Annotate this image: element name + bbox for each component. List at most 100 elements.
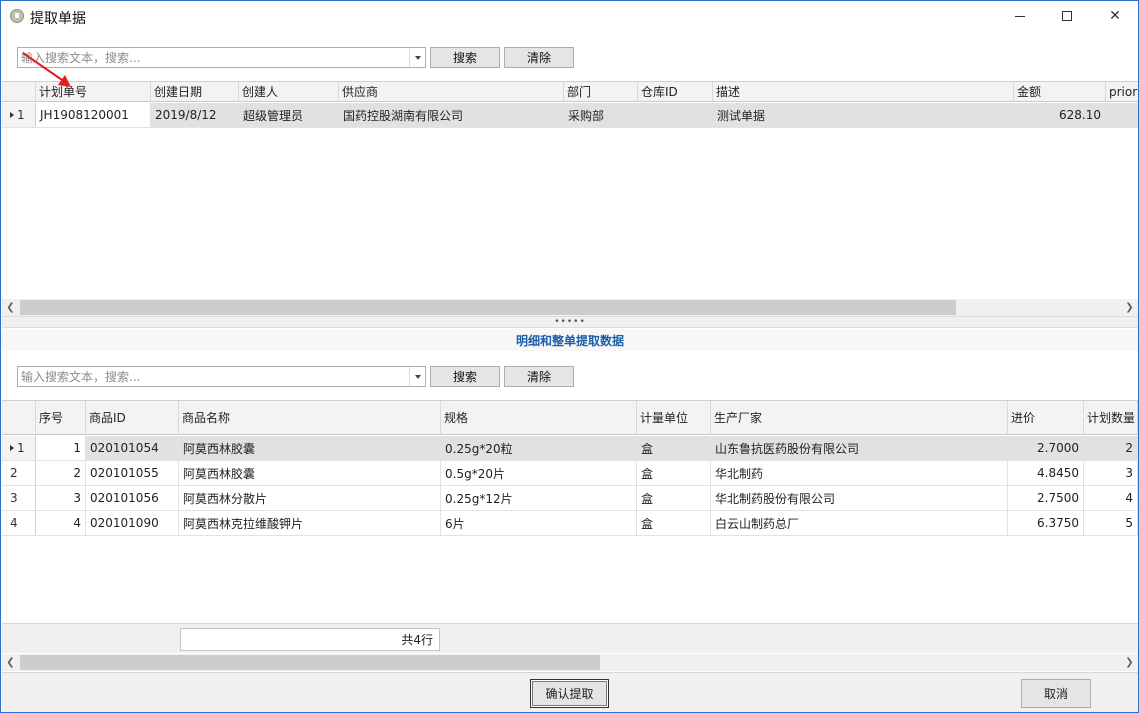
product-name-cell[interactable]: 阿莫西林胶囊 <box>179 436 441 460</box>
manufacturer-cell[interactable]: 白云山制药总厂 <box>711 511 1008 535</box>
planned-qty-cell[interactable]: 2 <box>1084 436 1138 460</box>
spec-cell[interactable]: 0.25g*12片 <box>441 486 637 510</box>
detail-search-input[interactable] <box>18 367 408 386</box>
top-clear-button[interactable]: 清除 <box>504 47 574 68</box>
row-indicator[interactable]: 2 <box>2 461 36 485</box>
product-name-cell[interactable]: 阿莫西林分散片 <box>179 486 441 510</box>
cancel-button[interactable]: 取消 <box>1021 679 1091 708</box>
detail-col-planned-qty[interactable]: 计划数量 <box>1084 401 1138 435</box>
close-button[interactable]: ✕ <box>1092 1 1138 31</box>
detail-search-box[interactable] <box>17 366 426 387</box>
detail-grid-scroll-thumb[interactable] <box>20 655 600 670</box>
planned-qty-cell[interactable]: 5 <box>1084 511 1138 535</box>
plan-grid-hscrollbar[interactable]: ❮ ❯ <box>2 299 1138 316</box>
detail-col-manufacturer[interactable]: 生产厂家 <box>711 401 1008 435</box>
detail-col-seq[interactable]: 序号 <box>36 401 86 435</box>
manufacturer-cell[interactable]: 华北制药股份有限公司 <box>711 486 1008 510</box>
supplier-cell[interactable]: 国药控股湖南有限公司 <box>339 103 564 127</box>
scroll-right-icon[interactable]: ❯ <box>1121 299 1138 316</box>
plan-col-priority[interactable]: priority <box>1106 82 1138 102</box>
spec-cell[interactable]: 0.5g*20片 <box>441 461 637 485</box>
table-row[interactable]: 1 JH1908120001 2019/8/12 超级管理员 国药控股湖南有限公… <box>2 103 1138 128</box>
spec-cell[interactable]: 6片 <box>441 511 637 535</box>
close-icon: ✕ <box>1109 8 1121 24</box>
detail-search-button[interactable]: 搜索 <box>430 366 500 387</box>
top-search-button[interactable]: 搜索 <box>430 47 500 68</box>
product-id-cell[interactable]: 020101090 <box>86 511 179 535</box>
plan-col-warehouse-id[interactable]: 仓库ID <box>638 82 713 102</box>
product-name-cell[interactable]: 阿莫西林胶囊 <box>179 461 441 485</box>
warehouse-id-cell[interactable] <box>638 103 713 127</box>
scroll-right-icon[interactable]: ❯ <box>1121 654 1138 671</box>
row-indicator[interactable]: 4 <box>2 511 36 535</box>
plan-col-plan-no[interactable]: 计划单号 <box>36 82 151 102</box>
description-cell[interactable]: 测试单据 <box>713 103 1014 127</box>
plan-col-creator[interactable]: 创建人 <box>239 82 339 102</box>
price-cell[interactable]: 4.8450 <box>1008 461 1084 485</box>
detail-col-product-id[interactable]: 商品ID <box>86 401 179 435</box>
plan-col-description[interactable]: 描述 <box>713 82 1014 102</box>
detail-col-unit[interactable]: 计量单位 <box>637 401 711 435</box>
scroll-left-icon[interactable]: ❮ <box>2 654 19 671</box>
detail-col-spec[interactable]: 规格 <box>441 401 637 435</box>
seq-cell[interactable]: 3 <box>36 486 86 510</box>
detail-col-product-name[interactable]: 商品名称 <box>179 401 441 435</box>
product-name-cell[interactable]: 阿莫西林克拉维酸钾片 <box>179 511 441 535</box>
app-icon <box>10 9 24 23</box>
manufacturer-cell[interactable]: 山东鲁抗医药股份有限公司 <box>711 436 1008 460</box>
table-row[interactable]: 4 4 020101090 阿莫西林克拉维酸钾片 6片 盒 白云山制药总厂 6.… <box>2 511 1138 536</box>
plan-col-supplier[interactable]: 供应商 <box>339 82 564 102</box>
detail-search-dropdown-button[interactable] <box>409 367 425 386</box>
price-cell[interactable]: 6.3750 <box>1008 511 1084 535</box>
created-date-cell[interactable]: 2019/8/12 <box>151 103 239 127</box>
plan-grid-scroll-thumb[interactable] <box>20 300 956 315</box>
row-pointer-icon <box>10 445 14 451</box>
price-cell[interactable]: 2.7000 <box>1008 436 1084 460</box>
row-count-summary: 共4行 <box>180 628 440 651</box>
detail-col-price[interactable]: 进价 <box>1008 401 1084 435</box>
top-search-input[interactable] <box>18 48 408 67</box>
top-search-dropdown-button[interactable] <box>409 48 425 67</box>
planned-qty-cell[interactable]: 3 <box>1084 461 1138 485</box>
department-cell[interactable]: 采购部 <box>564 103 638 127</box>
maximize-button[interactable] <box>1044 1 1090 31</box>
creator-cell[interactable]: 超级管理员 <box>239 103 339 127</box>
manufacturer-cell[interactable]: 华北制药 <box>711 461 1008 485</box>
product-id-cell[interactable]: 020101055 <box>86 461 179 485</box>
top-search-bar: 搜索 清除 <box>1 47 1138 73</box>
detail-grid-hscrollbar[interactable]: ❮ ❯ <box>2 654 1138 671</box>
priority-cell[interactable] <box>1106 103 1138 127</box>
minimize-button[interactable] <box>997 1 1043 31</box>
seq-cell[interactable]: 2 <box>36 461 86 485</box>
chevron-down-icon <box>414 55 421 60</box>
table-row[interactable]: 1 1 020101054 阿莫西林胶囊 0.25g*20粒 盒 山东鲁抗医药股… <box>2 436 1138 461</box>
table-row[interactable]: 2 2 020101055 阿莫西林胶囊 0.5g*20片 盒 华北制药 4.8… <box>2 461 1138 486</box>
seq-cell[interactable]: 4 <box>36 511 86 535</box>
unit-cell[interactable]: 盒 <box>637 486 711 510</box>
amount-cell[interactable]: 628.10 <box>1014 103 1106 127</box>
unit-cell[interactable]: 盒 <box>637 436 711 460</box>
plan-col-created-date[interactable]: 创建日期 <box>151 82 239 102</box>
unit-cell[interactable]: 盒 <box>637 511 711 535</box>
seq-cell[interactable]: 1 <box>36 436 86 460</box>
confirm-extract-button[interactable]: 确认提取 <box>530 679 609 708</box>
detail-clear-button[interactable]: 清除 <box>504 366 574 387</box>
scroll-left-icon[interactable]: ❮ <box>2 299 19 316</box>
row-indicator[interactable]: 1 <box>2 436 36 460</box>
row-indicator[interactable]: 3 <box>2 486 36 510</box>
price-cell[interactable]: 2.7500 <box>1008 486 1084 510</box>
plan-col-amount[interactable]: 金额 <box>1014 82 1106 102</box>
plan-row-indicator-header <box>2 82 36 102</box>
product-id-cell[interactable]: 020101056 <box>86 486 179 510</box>
chevron-down-icon <box>414 374 421 379</box>
product-id-cell[interactable]: 020101054 <box>86 436 179 460</box>
plan-no-cell[interactable]: JH1908120001 <box>36 103 151 127</box>
planned-qty-cell[interactable]: 4 <box>1084 486 1138 510</box>
top-search-box[interactable] <box>17 47 426 68</box>
spec-cell[interactable]: 0.25g*20粒 <box>441 436 637 460</box>
table-row[interactable]: 3 3 020101056 阿莫西林分散片 0.25g*12片 盒 华北制药股份… <box>2 486 1138 511</box>
row-indicator[interactable]: 1 <box>2 103 36 127</box>
plan-col-department[interactable]: 部门 <box>564 82 638 102</box>
panel-splitter[interactable]: ••••• <box>2 316 1138 328</box>
unit-cell[interactable]: 盒 <box>637 461 711 485</box>
